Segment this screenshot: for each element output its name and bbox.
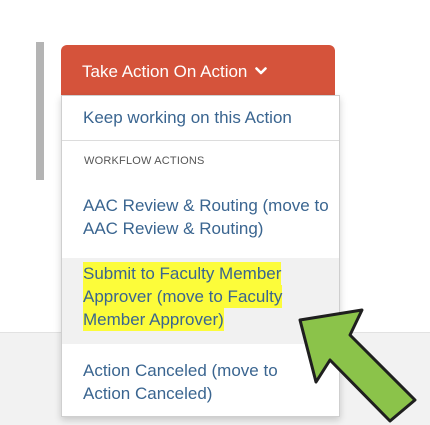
chevron-down-icon <box>255 61 267 81</box>
menu-item-aac-review-routing[interactable]: AAC Review & Routing (move to AAC Review… <box>62 194 337 240</box>
action-dropdown-menu: Keep working on this Action WORKFLOW ACT… <box>61 95 340 417</box>
submit-label-line-1: Submit to Faculty Member <box>83 262 282 285</box>
left-accent-bar <box>36 42 44 180</box>
submit-label-line-3: Member Approver) <box>83 308 224 331</box>
menu-item-submit-to-faculty-member-approver[interactable]: Submit to Faculty Member Approver (move … <box>62 258 339 344</box>
screenshot-stage: Take Action On Action Keep working on th… <box>0 0 430 425</box>
menu-divider <box>62 140 339 141</box>
take-action-button-label: Take Action On Action <box>82 62 248 81</box>
menu-item-action-canceled[interactable]: Action Canceled (move to Action Canceled… <box>62 359 322 405</box>
workflow-actions-header: WORKFLOW ACTIONS <box>84 155 205 167</box>
menu-item-keep-working[interactable]: Keep working on this Action <box>62 106 339 129</box>
submit-label-line-2: Approver (move to Faculty <box>83 285 283 308</box>
